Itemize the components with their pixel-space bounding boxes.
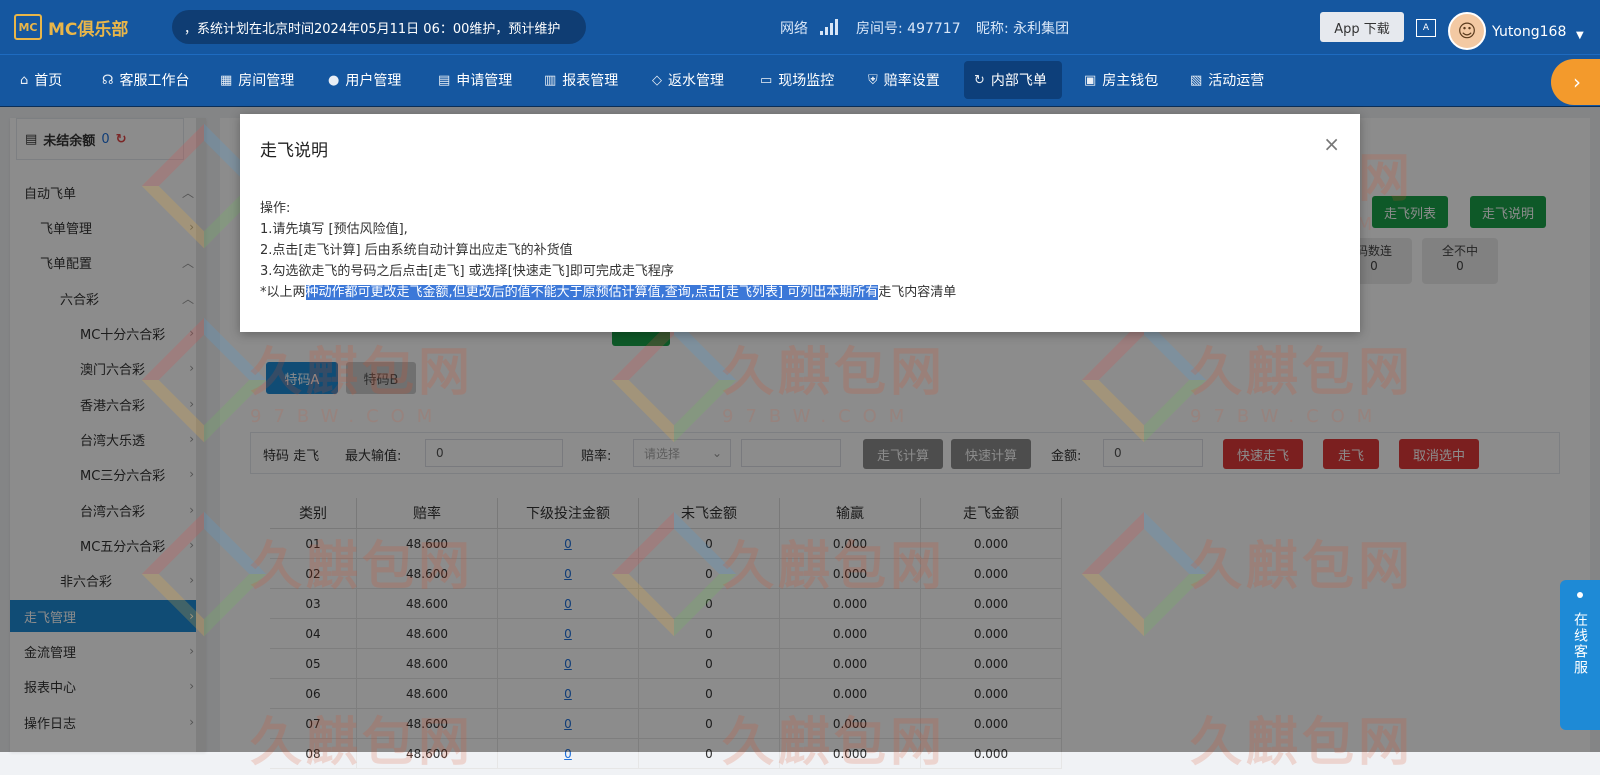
nav-home[interactable]: ⌂ 首页 [10, 61, 72, 99]
nav-campaign-operations[interactable]: ▧ 活动运营 [1180, 61, 1274, 99]
nav-label: 现场监控 [778, 73, 835, 89]
nav-label: 房间管理 [238, 73, 295, 89]
nav-internal-flying-order[interactable]: ↻ 内部飞单 [964, 61, 1062, 99]
nav-label: 房主钱包 [1102, 73, 1159, 89]
nav-label: 返水管理 [668, 73, 724, 89]
document-icon: ▤ [438, 72, 451, 88]
clipboard-icon: ▧ [1190, 72, 1203, 88]
avatar[interactable]: ☺ [1448, 12, 1486, 50]
shield-icon: ⛨ [868, 72, 878, 88]
chevron-right-icon[interactable]: › [1551, 59, 1600, 105]
system-notice-marquee: ，系统计划在北京时间2024年05月11日 06：00维护，预计维护 [172, 10, 586, 44]
dialog-title: 走飞说明 [260, 141, 328, 161]
signal-icon [820, 19, 840, 39]
instruction-line: 1.请先填写 [预估风险值], [260, 222, 408, 237]
selected-text: 种动作都可更改走飞金额,但更改后的值不能大于原预估计算值,查询,点击[走飞列表]… [305, 285, 879, 300]
refresh-icon: ↻ [974, 72, 985, 88]
watermark-text: 久麒包网 [1190, 537, 1415, 597]
network-status: 网络 [780, 18, 840, 39]
watermark-text: 久麒包网 [1190, 343, 1415, 403]
nav-label: 用户管理 [345, 73, 402, 89]
instruction-line: 操作: [260, 201, 291, 216]
nav-service-desk[interactable]: ☊ 客服工作台 [92, 61, 200, 99]
user-icon: ● [328, 72, 340, 88]
watermark-text: 久麒包网 [250, 537, 475, 597]
instruction-line: 2.点击[走飞计算] 后由系统自动计算出应走飞的补货值 [260, 243, 573, 258]
nickname: 昵称: 永利集团 [976, 21, 1070, 37]
chevron-down-icon[interactable]: ▼ [1576, 30, 1584, 41]
chart-icon: ▥ [544, 72, 557, 88]
nav-live-monitor[interactable]: ▭ 现场监控 [750, 61, 844, 99]
nav-owner-wallet[interactable]: ▣ 房主钱包 [1074, 61, 1168, 99]
monitor-icon: ▭ [760, 72, 773, 88]
watermark-text: 久麒包网 [1190, 713, 1415, 773]
nav-odds-settings[interactable]: ⛨ 赔率设置 [858, 61, 950, 99]
watermark-text: 久麒包网 [250, 713, 475, 773]
status-dot-icon [1577, 592, 1583, 598]
instruction-line: 3.勾选欲走飞的号码之后点击[走飞] 或选择[快速走飞]即可完成走飞程序 [260, 264, 674, 279]
room-number: 房间号: 497717 [856, 21, 961, 37]
watermark-text: 久麒包网 [722, 713, 947, 773]
grid-icon: ▦ [220, 72, 233, 88]
watermark-subtext: 97BW.COM [722, 406, 917, 427]
logo-text: MC俱乐部 [48, 19, 129, 40]
online-service-button[interactable]: 在线客服 [1560, 580, 1600, 730]
instruction-line: *以上两种动作都可更改走飞金额,但更改后的值不能大于原预估计算值,查询,点击[走… [260, 282, 956, 303]
nav-application-management[interactable]: ▤ 申请管理 [428, 61, 522, 99]
dialog-body: 操作: 1.请先填写 [预估风险值], 2.点击[走飞计算] 后由系统自动计算出… [260, 198, 956, 303]
nav-label: 赔率设置 [883, 73, 940, 89]
instruction-text: *以上两 [260, 285, 306, 300]
top-bar: MC MC俱乐部 ，系统计划在北京时间2024年05月11日 06：00维护，预… [0, 0, 1600, 54]
close-icon[interactable]: × [1323, 132, 1340, 156]
nav-label: 内部飞单 [990, 73, 1047, 89]
tag-icon: ◇ [652, 72, 662, 88]
logo-mark-icon: MC [14, 14, 42, 40]
nav-label: 首页 [34, 73, 63, 89]
nav-rebate-management[interactable]: ◇ 返水管理 [642, 61, 734, 99]
nav-label: 报表管理 [562, 73, 619, 89]
headset-icon: ☊ [102, 72, 114, 88]
home-icon: ⌂ [20, 72, 29, 88]
watermark-subtext: 97BW.COM [1190, 406, 1385, 427]
brand-logo[interactable]: MC MC俱乐部 [14, 14, 128, 40]
nav-label: 申请管理 [456, 73, 513, 89]
network-label: 网络 [780, 21, 808, 37]
nav-label: 客服工作台 [119, 73, 190, 89]
watermark-text: 久麒包网 [722, 537, 947, 597]
username[interactable]: Yutong168 [1492, 24, 1566, 40]
nav-user-management[interactable]: ● 用户管理 [318, 61, 411, 99]
wallet-icon: ▣ [1084, 72, 1097, 88]
nav-label: 活动运营 [1208, 73, 1265, 89]
instruction-text: 走飞内容清单 [878, 285, 957, 300]
watermark-text: 久麒包网 [250, 343, 475, 403]
language-icon[interactable]: A [1416, 19, 1436, 37]
main-nav: ⌂ 首页 ☊ 客服工作台 ▦ 房间管理 ● 用户管理 ▤ 申请管理 ▥ 报表管理 ◇ 返水管理… [0, 54, 1600, 107]
nav-report-management[interactable]: ▥ 报表管理 [534, 61, 628, 99]
fly-instructions-dialog: 走飞说明 × 操作: 1.请先填写 [预估风险值], 2.点击[走飞计算] 后由… [240, 114, 1360, 332]
watermark-text: 久麒包网 [722, 343, 947, 403]
app-download-button[interactable]: App 下载 [1320, 12, 1404, 42]
watermark-subtext: 97BW.COM [250, 406, 445, 427]
nav-room-management[interactable]: ▦ 房间管理 [210, 61, 304, 99]
online-service-label: 在线客服 [1572, 612, 1588, 676]
